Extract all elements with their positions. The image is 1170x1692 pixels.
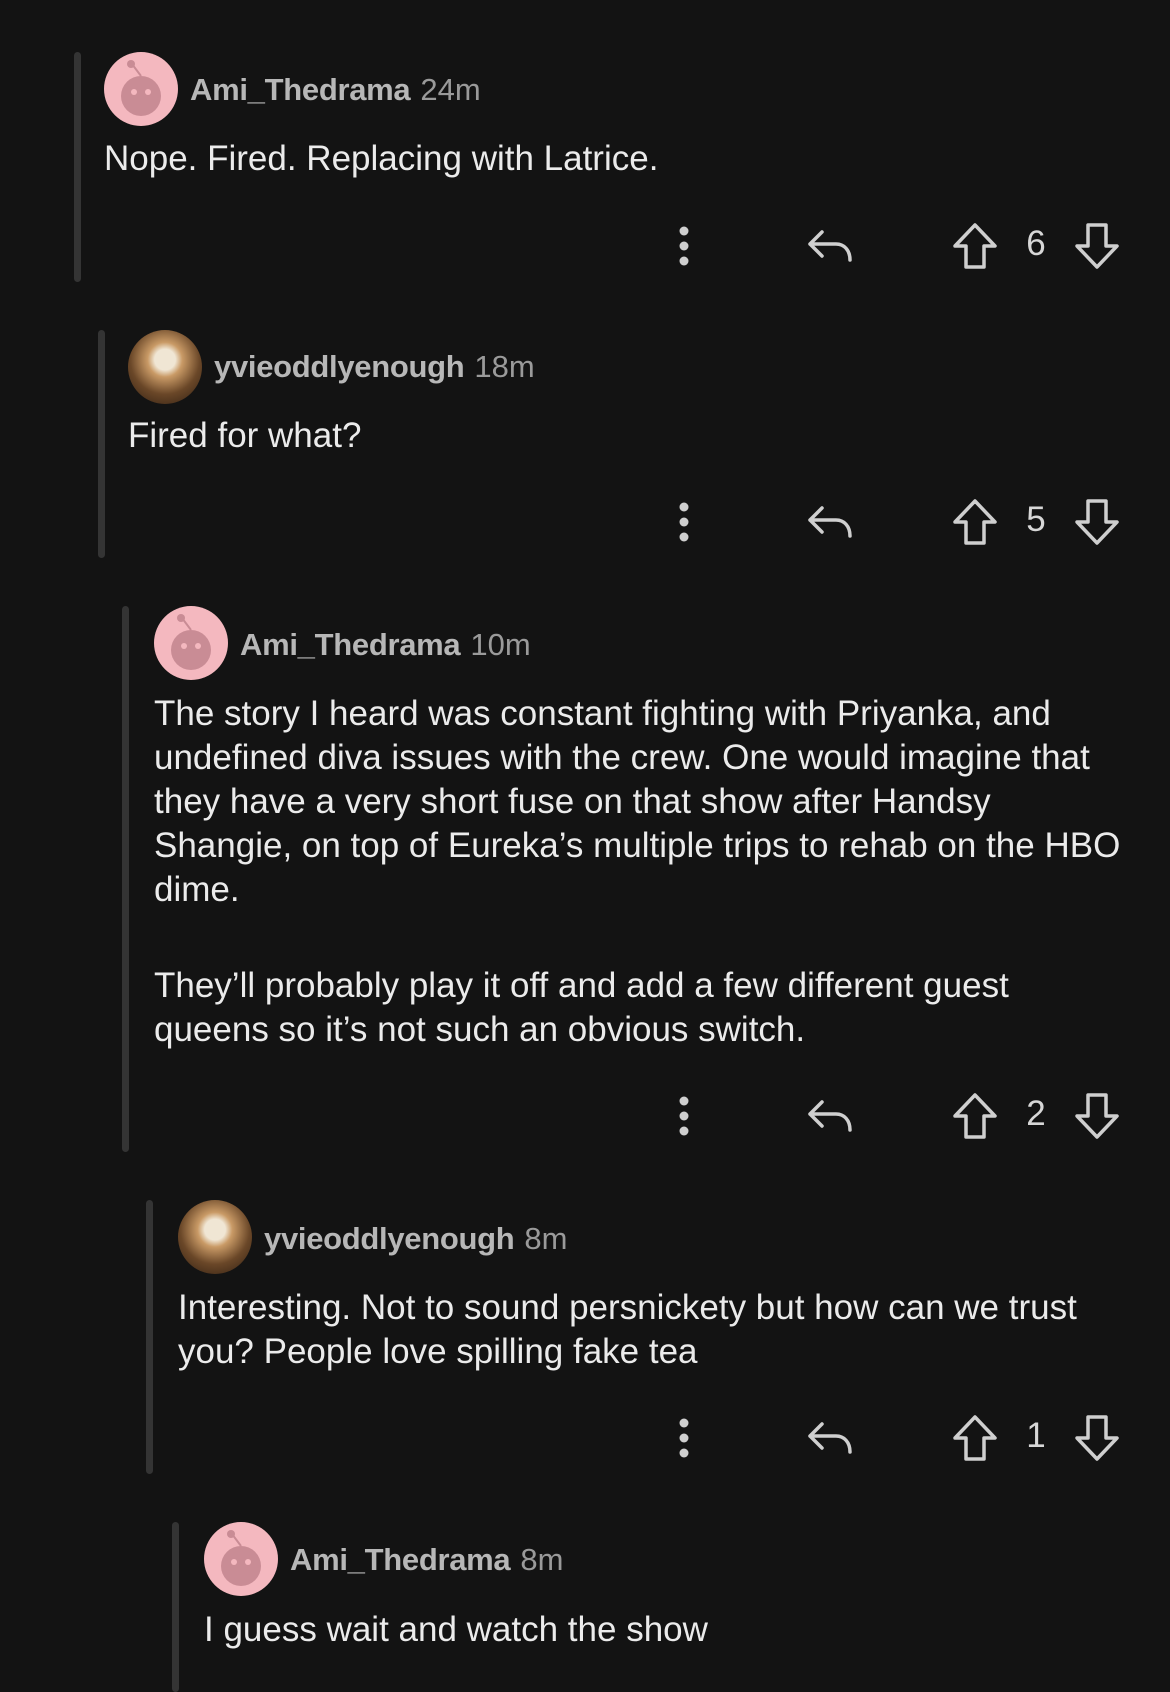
more-options-icon[interactable] [666,1088,702,1144]
vote-score: 6 [1026,224,1046,263]
comment-paragraph: I guess wait and watch the show [204,1610,708,1649]
comment-age: 8m [520,1542,564,1577]
vote-score: 1 [1026,1416,1046,1455]
comment-paragraph: Interesting. Not to sound persnickety bu… [178,1288,1077,1371]
snoo-avatar[interactable] [154,606,228,680]
thread-line[interactable] [172,1522,179,1692]
comment-body: The story I heard was constant fighting … [154,692,1130,1052]
comment-author[interactable]: Ami_Thedrama [190,72,411,107]
comment-actions: 6 [0,218,1170,274]
upvote-arrow-icon[interactable] [950,1410,1000,1466]
comment-paragraph: The story I heard was constant fighting … [154,694,1121,909]
snoo-avatar[interactable] [204,1522,278,1596]
downvote-arrow-icon[interactable] [1072,494,1122,550]
reply-arrow-icon[interactable] [800,1088,860,1144]
comment-author[interactable]: yvieoddlyenough [264,1221,515,1256]
comment-paragraph: They’ll probably play it off and add a f… [154,966,1009,1049]
comment-age: 8m [524,1221,568,1256]
profile-photo-avatar[interactable] [178,1200,252,1274]
downvote-arrow-icon[interactable] [1072,1088,1122,1144]
reply-arrow-icon[interactable] [800,494,860,550]
reply-arrow-icon[interactable] [800,218,860,274]
vote-score: 2 [1026,1094,1046,1133]
reply-arrow-icon[interactable] [800,1410,860,1466]
comment-age: 10m [470,627,531,662]
comment-body: I guess wait and watch the show [204,1608,1124,1652]
more-options-icon[interactable] [666,218,702,274]
comment-age: 18m [474,349,535,384]
comment-body: Interesting. Not to sound persnickety bu… [178,1286,1128,1374]
comment-actions: 1 [0,1410,1170,1466]
upvote-arrow-icon[interactable] [950,1088,1000,1144]
upvote-arrow-icon[interactable] [950,494,1000,550]
more-options-icon[interactable] [666,1410,702,1466]
comment-paragraph: Fired for what? [128,416,362,455]
upvote-arrow-icon[interactable] [950,218,1000,274]
downvote-arrow-icon[interactable] [1072,1410,1122,1466]
comment-actions: 2 [0,1088,1170,1144]
comment-author[interactable]: Ami_Thedrama [290,1542,511,1577]
comment-body: Fired for what? [128,414,1128,458]
comment-paragraph: Nope. Fired. Replacing with Latrice. [104,139,659,178]
thread-line[interactable] [122,606,129,1152]
comment-author[interactable]: Ami_Thedrama [240,627,461,662]
more-options-icon[interactable] [666,494,702,550]
comment-actions: 5 [0,494,1170,550]
downvote-arrow-icon[interactable] [1072,218,1122,274]
comment-body: Nope. Fired. Replacing with Latrice. [104,137,1124,181]
vote-score: 5 [1026,500,1046,539]
comment-author[interactable]: yvieoddlyenough [214,349,465,384]
comment-age: 24m [420,72,481,107]
snoo-avatar[interactable] [104,52,178,126]
profile-photo-avatar[interactable] [128,330,202,404]
